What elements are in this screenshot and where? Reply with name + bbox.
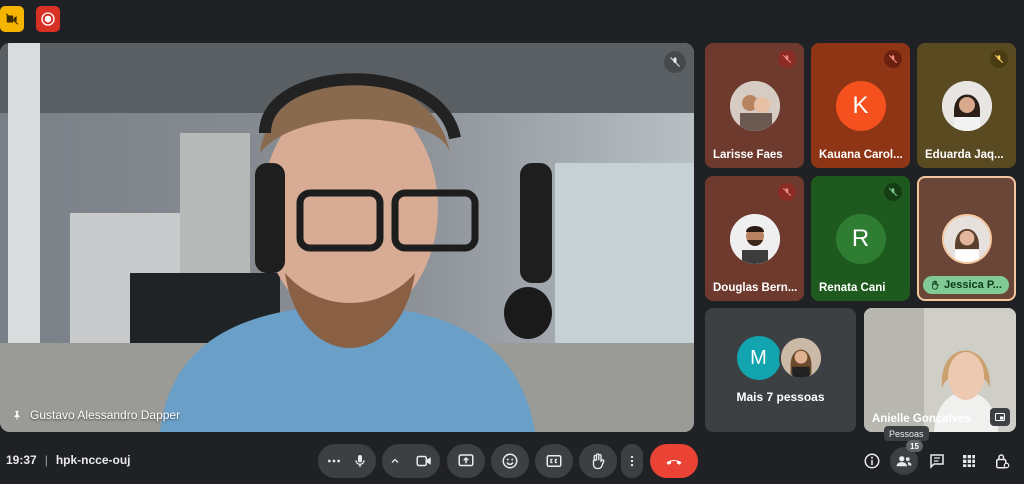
raise-hand-icon <box>592 453 605 470</box>
participant-tile-renata[interactable]: R Renata Cani <box>811 176 910 301</box>
participant-name: Larisse Faes <box>713 149 783 161</box>
avatar: R <box>835 214 886 264</box>
mic-off-indicator <box>990 50 1008 68</box>
more-participants-label: Mais 7 pessoas <box>736 390 825 404</box>
avatar: M <box>736 336 781 380</box>
people-tooltip: Pessoas <box>884 426 929 441</box>
chat-icon <box>930 454 944 469</box>
info-icon <box>864 453 880 469</box>
pin-icon <box>14 410 20 420</box>
people-icon <box>896 456 912 467</box>
more-vert-icon <box>630 455 634 467</box>
activities-button[interactable] <box>955 447 983 475</box>
avatar <box>941 214 992 264</box>
main-video-tile[interactable]: Gustavo Alessandro Dapper <box>0 43 694 432</box>
participant-tile-jessica[interactable]: Jessica P... <box>917 176 1016 301</box>
mic-off-indicator <box>778 50 796 68</box>
mic-off-indicator <box>778 183 796 201</box>
participant-name: Douglas Bern... <box>713 282 798 294</box>
avatar <box>729 214 780 264</box>
pip-button[interactable] <box>990 408 1010 426</box>
participant-tile-larisse[interactable]: Larisse Faes <box>705 43 804 168</box>
emoji-icon <box>502 453 518 469</box>
meeting-code: hpk-ncce-ouj <box>55 453 131 467</box>
end-call-button[interactable] <box>650 444 698 478</box>
mic-off-icon <box>782 54 792 64</box>
recording-badge[interactable] <box>36 6 60 32</box>
captions-icon <box>546 455 562 467</box>
participant-name: Eduarda Jaq... <box>925 149 1004 161</box>
main-video-feed <box>0 43 694 432</box>
participant-tile-eduarda[interactable]: Eduarda Jaq... <box>917 43 1016 168</box>
meeting-info: 19:37 | hpk-ncce-ouj <box>6 453 131 467</box>
avatar <box>729 81 780 131</box>
more-options-button[interactable] <box>621 444 643 478</box>
raise-hand-icon <box>932 280 939 290</box>
participant-tile-douglas[interactable]: Douglas Bern... <box>705 176 804 301</box>
camera-off-badge[interactable] <box>0 6 24 32</box>
mic-control[interactable] <box>318 444 376 478</box>
people-count-badge: 15 <box>906 440 923 452</box>
activities-icon <box>963 455 975 467</box>
mic-off-icon <box>670 57 680 67</box>
separator: | <box>44 453 48 467</box>
mic-off-indicator <box>884 183 902 201</box>
camera-icon[interactable] <box>415 452 433 470</box>
meeting-details-button[interactable] <box>858 447 886 475</box>
mic-off-icon <box>994 54 1004 64</box>
participant-name: Jessica P... <box>944 279 1002 291</box>
mic-icon[interactable] <box>352 453 368 469</box>
captions-button[interactable] <box>535 444 573 478</box>
avatar <box>941 81 992 131</box>
chat-button[interactable] <box>923 447 951 475</box>
end-call-icon <box>666 460 682 465</box>
main-mic-off-indicator <box>664 51 686 73</box>
participant-tile-anielle[interactable]: Anielle Gonçalves <box>864 308 1016 432</box>
control-bar: 19:37 | hpk-ncce-ouj <box>0 438 1024 484</box>
present-button[interactable] <box>447 444 485 478</box>
host-controls-button[interactable] <box>988 447 1016 475</box>
more-avatars: M <box>736 336 823 380</box>
mic-off-icon <box>888 187 898 197</box>
participant-name: Anielle Gonçalves <box>872 413 972 425</box>
mic-off-indicator <box>884 50 902 68</box>
raise-hand-button[interactable] <box>579 444 617 478</box>
present-icon <box>458 454 474 467</box>
main-participant-name: Gustavo Alessandro Dapper <box>12 408 180 422</box>
host-controls-icon <box>996 454 1010 469</box>
participant-name: Renata Cani <box>819 282 886 294</box>
mic-off-icon <box>782 187 792 197</box>
participant-name: Kauana Carol... <box>819 149 903 161</box>
more-dots-icon[interactable] <box>326 453 342 469</box>
avatar <box>778 336 823 380</box>
record-icon <box>41 12 55 26</box>
participant-tile-kauana[interactable]: K Kauana Carol... <box>811 43 910 168</box>
mic-off-icon <box>888 54 898 64</box>
meeting-time: 19:37 <box>6 453 37 467</box>
emoji-button[interactable] <box>491 444 529 478</box>
avatar: K <box>835 81 886 131</box>
chevron-up-icon[interactable] <box>389 455 401 467</box>
camera-control[interactable] <box>382 444 440 478</box>
picture-in-picture-icon <box>995 413 1005 421</box>
raised-hand-badge: Jessica P... <box>923 276 1009 294</box>
more-participants-tile[interactable]: M Mais 7 pessoas <box>705 308 856 432</box>
camera-off-icon <box>5 13 19 25</box>
